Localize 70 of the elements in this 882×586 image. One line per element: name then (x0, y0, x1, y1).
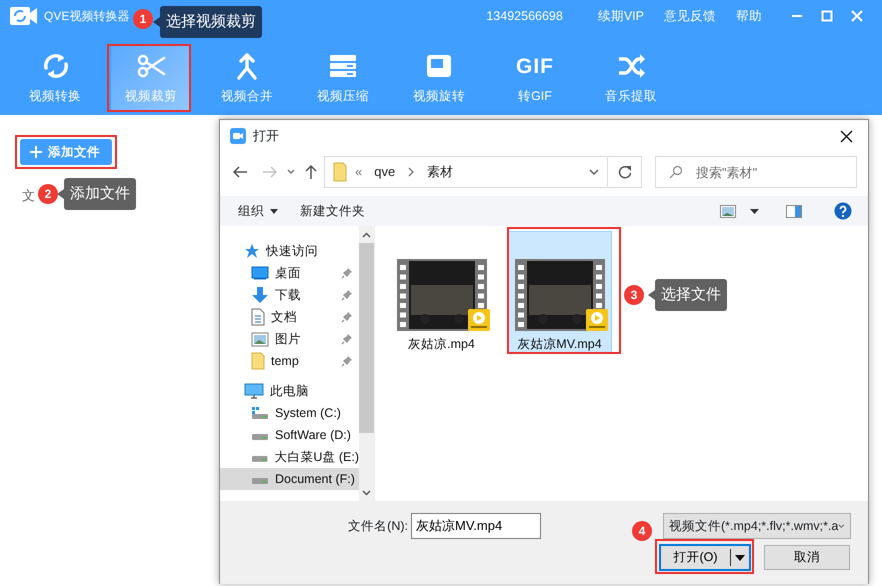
nav-item[interactable]: 文档 (220, 306, 359, 328)
plus-icon (30, 146, 42, 158)
app-logo-icon (10, 6, 38, 26)
open-button[interactable]: 打开(O) (659, 544, 751, 571)
preview-pane-icon[interactable] (786, 204, 802, 218)
nav-item[interactable]: 快速访问 (220, 240, 359, 262)
player-badge-icon (468, 309, 490, 331)
scroll-up-icon[interactable] (362, 232, 371, 238)
breadcrumb-item[interactable]: 素材 (427, 162, 454, 182)
nav-item[interactable]: temp (220, 350, 359, 372)
breadcrumb-item[interactable]: qve (374, 162, 396, 182)
star-icon (244, 243, 260, 259)
close-icon[interactable] (840, 130, 852, 142)
nav-item[interactable]: 图片 (220, 328, 359, 350)
chevron-down-icon[interactable] (589, 168, 599, 176)
nav-item[interactable]: 下载 (220, 284, 359, 306)
caret-icon[interactable] (750, 208, 759, 214)
monitor-icon (251, 266, 269, 280)
nav-item[interactable]: 桌面 (220, 262, 359, 284)
chevron-right-icon (407, 167, 416, 177)
file-item[interactable]: 灰姑凉MV.mp4 (507, 231, 612, 353)
callout-pointer-icon (153, 17, 160, 27)
caret-icon (735, 554, 745, 560)
computer-icon (244, 382, 264, 400)
app-title: QVE视频转换器 (44, 8, 130, 25)
app-icon (230, 128, 246, 144)
search-field[interactable]: 搜索"素材" (655, 156, 857, 188)
chevron-down-icon (838, 523, 845, 529)
folder-icon (251, 352, 265, 370)
maximize-icon[interactable] (821, 10, 833, 22)
player-badge-icon (586, 309, 608, 331)
refresh-icon[interactable] (618, 165, 632, 179)
up-arrow-icon[interactable] (304, 164, 318, 180)
back-arrow-icon[interactable] (232, 164, 248, 180)
callout-tooltip: 添加文件 (64, 178, 136, 210)
nav-item[interactable]: Document (F:) (220, 468, 359, 490)
callout-tooltip: 选择视频裁剪 (160, 6, 262, 38)
toolbar-command[interactable]: 组织 (238, 202, 278, 220)
column-header: 文 (22, 187, 35, 205)
breadcrumb-overflow[interactable]: « (355, 162, 362, 182)
nav-item[interactable]: SoftWare (D:) (220, 424, 359, 446)
scrollbar-thumb[interactable] (359, 243, 374, 433)
field-label: 文件名(N): (347, 518, 409, 535)
dialog-title: 打开 (253, 127, 279, 146)
callout-pointer-icon (648, 290, 655, 300)
scroll-down-icon[interactable] (362, 490, 371, 496)
nav-item[interactable]: 此电脑 (220, 380, 359, 402)
view-icon[interactable] (720, 204, 736, 218)
account-number: 13492566698 (486, 8, 563, 25)
address-bar[interactable]: « qve 素材 (324, 156, 642, 188)
cancel-button[interactable]: 取消 (764, 545, 850, 570)
file-type-dropdown[interactable]: 视频文件(*.mp4;*.flv;*.wmv;*.a (663, 513, 851, 539)
folder-icon (333, 162, 347, 182)
file-item[interactable]: 灰姑凉.mp4 (389, 231, 494, 353)
toolbar-command[interactable]: 新建文件夹 (300, 202, 365, 220)
picture-icon (251, 332, 269, 346)
step-number: 2 (38, 184, 58, 204)
caret-icon (270, 208, 278, 214)
nav-item[interactable]: System (C:) (220, 402, 359, 424)
nav-item[interactable]: 大白菜U盘 (E:) (220, 446, 359, 468)
gif-logo: GIF (516, 54, 554, 80)
down-arrow-icon (251, 286, 269, 304)
document-icon (251, 308, 265, 326)
filename-field[interactable]: 灰姑凉MV.mp4 (411, 513, 541, 539)
help-icon[interactable] (834, 202, 852, 220)
callout-tooltip: 选择文件 (655, 279, 727, 311)
search-icon (669, 165, 683, 179)
callout-pointer-icon (57, 189, 64, 199)
scrollbar[interactable] (359, 226, 374, 501)
drive-icon (251, 406, 269, 420)
